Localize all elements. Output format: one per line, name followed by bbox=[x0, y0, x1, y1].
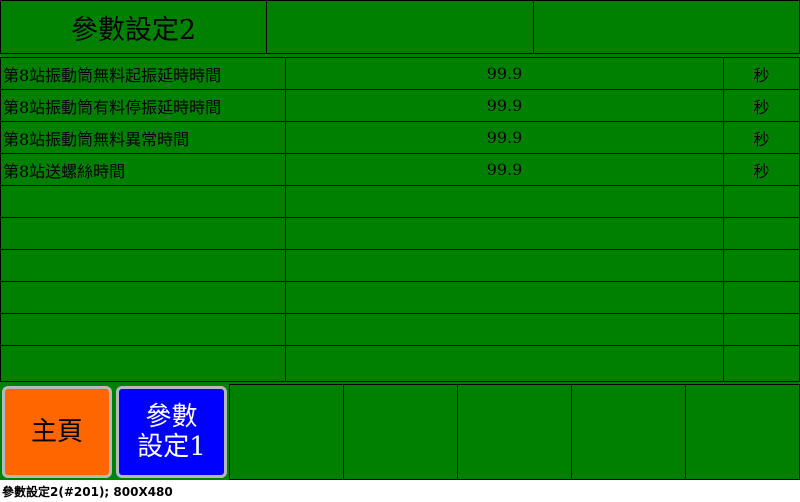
param-unit: 秒 bbox=[723, 89, 800, 122]
table-row bbox=[0, 249, 800, 282]
param-value-input[interactable] bbox=[285, 217, 724, 250]
empty-button-slot bbox=[685, 384, 800, 480]
param-label: 第8站振動筒無料異常時間 bbox=[0, 121, 286, 154]
table-row bbox=[0, 185, 800, 218]
param-value-input[interactable] bbox=[285, 281, 724, 314]
param-label bbox=[0, 281, 286, 314]
param-label bbox=[0, 249, 286, 282]
param-unit bbox=[723, 249, 800, 282]
page-title: 參數設定2 bbox=[0, 0, 267, 54]
param-unit bbox=[723, 345, 800, 382]
table-row: 第8站送螺絲時間 99.9 秒 bbox=[0, 153, 800, 186]
param-value-input[interactable]: 99.9 bbox=[285, 89, 724, 122]
param-value-input[interactable]: 99.9 bbox=[285, 153, 724, 186]
param-settings-1-label-line2: 設定1 bbox=[137, 432, 206, 462]
param-settings-1-label-line1: 參數 bbox=[145, 402, 198, 432]
param-value-input[interactable] bbox=[285, 249, 724, 282]
home-button[interactable]: 主頁 bbox=[2, 386, 112, 478]
empty-button-slot bbox=[343, 384, 458, 480]
param-unit bbox=[723, 281, 800, 314]
param-unit bbox=[723, 185, 800, 218]
param-label: 第8站送螺絲時間 bbox=[0, 153, 286, 186]
param-settings-1-button[interactable]: 參數 設定1 bbox=[116, 386, 227, 478]
param-label: 第8站振動筒無料起振延時時間 bbox=[0, 57, 286, 90]
hmi-screen: 參數設定2 第8站振動筒無料起振延時時間 99.9 秒 第8站振動筒有料停振延時… bbox=[0, 0, 800, 480]
empty-button-slot bbox=[457, 384, 572, 480]
param-value-input[interactable]: 99.9 bbox=[285, 57, 724, 90]
param-label: 第8站振動筒有料停振延時時間 bbox=[0, 89, 286, 122]
table-row: 第8站振動筒有料停振延時時間 99.9 秒 bbox=[0, 89, 800, 122]
param-unit: 秒 bbox=[723, 153, 800, 186]
param-unit bbox=[723, 217, 800, 250]
param-unit: 秒 bbox=[723, 121, 800, 154]
parameter-table: 第8站振動筒無料起振延時時間 99.9 秒 第8站振動筒有料停振延時時間 99.… bbox=[0, 57, 800, 382]
param-label bbox=[0, 313, 286, 346]
param-unit bbox=[723, 313, 800, 346]
param-unit: 秒 bbox=[723, 57, 800, 90]
empty-button-slot bbox=[229, 384, 344, 480]
header-blank-panel-1 bbox=[266, 0, 534, 54]
bottom-button-bar: 主頁 參數 設定1 bbox=[0, 383, 800, 480]
param-value-input[interactable] bbox=[285, 313, 724, 346]
param-value-input[interactable]: 99.9 bbox=[285, 121, 724, 154]
param-label bbox=[0, 217, 286, 250]
param-value-input[interactable] bbox=[285, 185, 724, 218]
param-label bbox=[0, 345, 286, 382]
table-row: 第8站振動筒無料起振延時時間 99.9 秒 bbox=[0, 57, 800, 90]
table-row bbox=[0, 345, 800, 382]
table-row bbox=[0, 281, 800, 314]
table-row: 第8站振動筒無料異常時間 99.9 秒 bbox=[0, 121, 800, 154]
param-label bbox=[0, 185, 286, 218]
table-row bbox=[0, 217, 800, 250]
empty-button-slot bbox=[571, 384, 686, 480]
param-value-input[interactable] bbox=[285, 345, 724, 382]
header-blank-panel-2 bbox=[533, 0, 800, 54]
table-row bbox=[0, 313, 800, 346]
screen-info-label: 參數設定2(#201); 800X480 bbox=[2, 485, 173, 499]
